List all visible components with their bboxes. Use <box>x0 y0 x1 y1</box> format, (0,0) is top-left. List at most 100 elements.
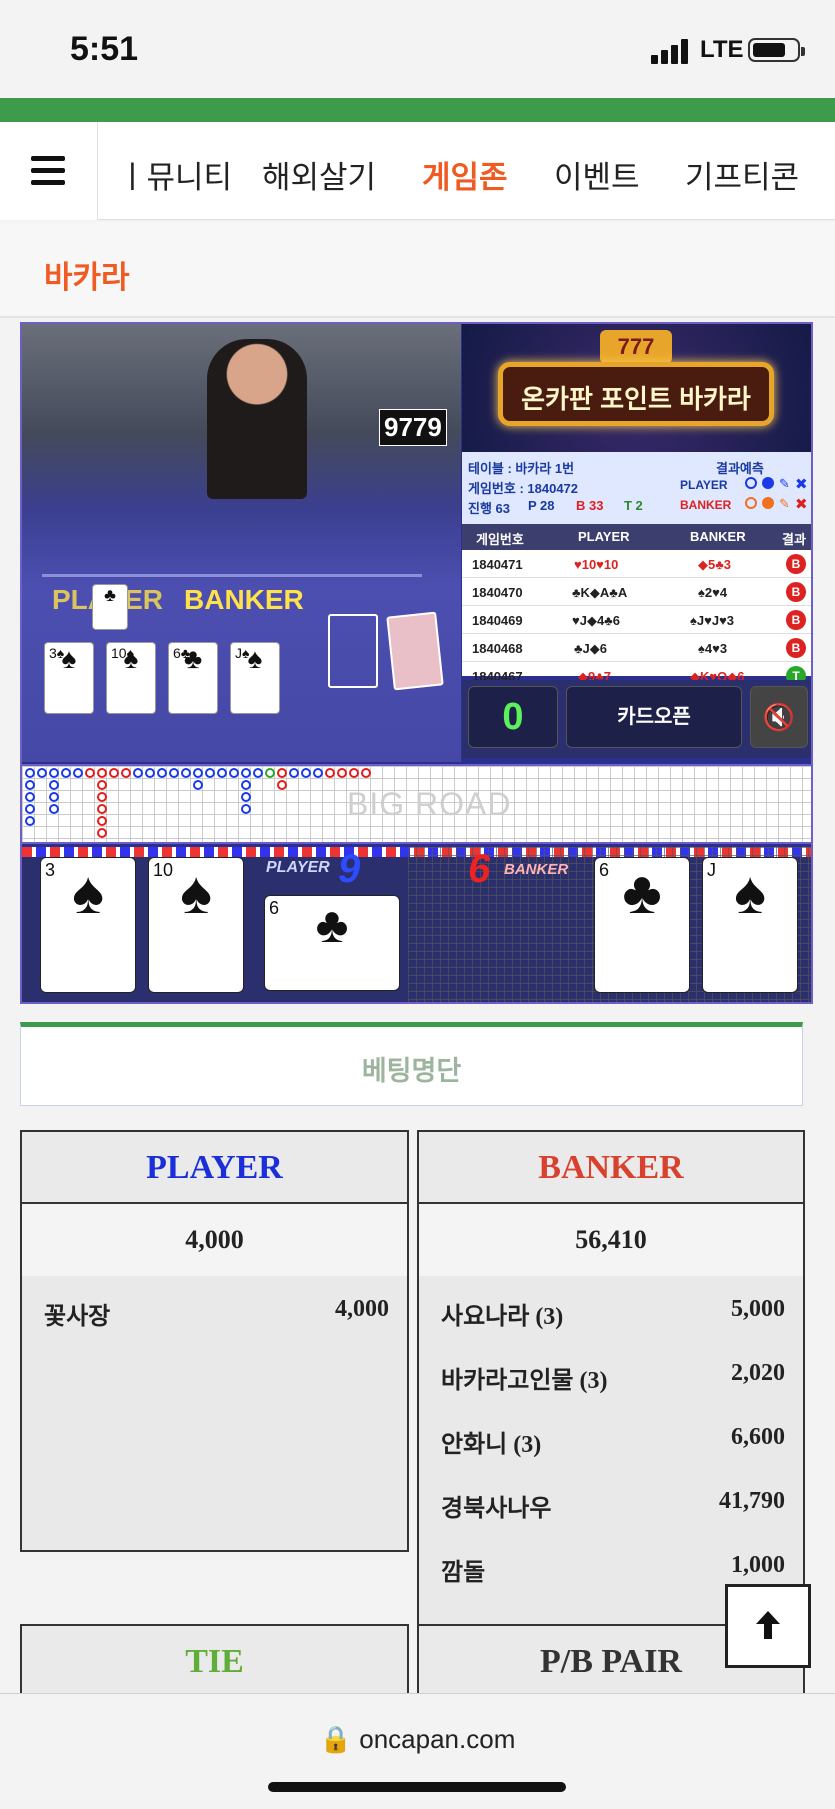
nav-item-event[interactable]: 이벤트 <box>554 152 640 197</box>
history-table: 게임번호 PLAYER BANKER 결과 1840471 ♥10♥10 ◆5♣… <box>462 524 811 686</box>
browser-url-bar: 🔒 oncapan.com <box>0 1693 835 1809</box>
prediction-label: 결과예측 <box>716 461 764 476</box>
nav-item-gamezone[interactable]: 게임존 <box>422 152 508 197</box>
banker-bets-panel: BANKER 56,410 사요나라 (3) 5,000 바카라고인물 (3) … <box>417 1130 805 1626</box>
row-player: ♣J◆6 <box>574 641 607 656</box>
road-marker <box>25 792 35 802</box>
road-marker <box>193 780 203 790</box>
game-banner: 777 온카판 포인트 바카라 <box>462 324 811 452</box>
video-card: ♣ <box>92 584 128 630</box>
table-banker-text: BANKER <box>184 584 304 615</box>
header-result: 결과 <box>782 532 806 547</box>
banner-sign: 온카판 포인트 바카라 <box>498 362 774 426</box>
row-game-no: 1840471 <box>472 557 523 572</box>
page-header: 바카라 <box>0 222 835 318</box>
player-card-2: 10 ♠ <box>148 857 244 993</box>
table-label: 테이블 : 바카라 1번 <box>468 461 575 476</box>
road-marker <box>229 768 239 778</box>
banker-card-2: J ♠ <box>702 857 798 993</box>
road-marker <box>241 792 251 802</box>
player-cancel-icon[interactable]: ✖ <box>795 475 808 493</box>
history-row: 1840471 ♥10♥10 ◆5♣3 B <box>462 550 811 578</box>
player-total: 4,000 <box>22 1204 407 1276</box>
network-label: LTE <box>700 36 744 63</box>
player-edit-icon[interactable]: ✎ <box>779 476 790 492</box>
road-marker <box>37 768 47 778</box>
banker-count: B 33 <box>576 498 604 513</box>
arrow-up-icon <box>756 1611 780 1639</box>
history-row: 1840468 ♣J◆6 ♠4♥3 B <box>462 634 811 662</box>
scroll-top-button[interactable] <box>725 1584 811 1668</box>
road-marker <box>97 780 107 790</box>
slot-icon: 777 <box>600 330 672 364</box>
road-marker <box>217 768 227 778</box>
nav-item-gifticon[interactable]: 기프티콘 <box>685 152 799 197</box>
url-display[interactable]: 🔒 oncapan.com <box>0 1724 835 1755</box>
menu-icon[interactable] <box>0 122 98 220</box>
reveal-banker-score: 6 <box>468 847 491 891</box>
player-bet-list: 꽃사장 4,000 <box>22 1276 407 1550</box>
card-open-button[interactable]: 카드오픈 <box>566 686 742 748</box>
video-player-card: 6♣ ♣ <box>168 642 218 714</box>
road-marker <box>313 768 323 778</box>
mute-icon[interactable]: 🔇 <box>750 686 808 748</box>
nav-item-overseas[interactable]: 해외살기 <box>262 152 376 197</box>
video-player-card: 10♠ ♠ <box>106 642 156 714</box>
card-reveal: 3 ♠ 10 ♠ 6 ♣ PLAYER 9 6 BANKER 6 ♣ J ♠ <box>22 847 811 1002</box>
header-player: PLAYER <box>578 529 630 544</box>
player-card-3: 6 ♣ <box>264 895 400 991</box>
player-bets-panel: PLAYER 4,000 꽃사장 4,000 <box>20 1130 409 1552</box>
player-count: P 28 <box>528 498 555 513</box>
road-marker <box>349 768 359 778</box>
big-road-board: BIG ROAD <box>22 764 811 844</box>
road-marker <box>193 768 203 778</box>
road-marker <box>97 768 107 778</box>
road-marker <box>49 780 59 790</box>
road-marker <box>97 792 107 802</box>
road-marker <box>157 768 167 778</box>
predict-banker-label: BANKER <box>680 498 732 512</box>
game-controls: 0 카드오픈 🔇 <box>462 680 811 758</box>
signal-icon <box>651 38 695 64</box>
road-marker <box>61 768 71 778</box>
banker-dot-icon[interactable] <box>762 497 774 509</box>
player-panel-title: PLAYER <box>22 1132 407 1204</box>
player-dot-icon[interactable] <box>762 477 774 489</box>
bet-amount: 4,000 <box>335 1296 389 1322</box>
banker-total: 56,410 <box>419 1204 803 1276</box>
road-marker <box>265 768 275 778</box>
bet-amount: 6,600 <box>731 1424 785 1450</box>
bet-list-header: 베팅명단 <box>20 1022 803 1106</box>
road-marker <box>97 804 107 814</box>
home-indicator[interactable] <box>268 1782 566 1792</box>
road-marker <box>241 780 251 790</box>
road-marker <box>289 768 299 778</box>
banker-cancel-icon[interactable]: ✖ <box>795 495 808 513</box>
bettor-name: 꽃사장 <box>44 1304 111 1330</box>
row-player: ♣K◆A♣A <box>572 585 628 600</box>
road-marker <box>97 816 107 826</box>
road-marker <box>337 768 347 778</box>
status-time: 5:51 <box>70 30 139 68</box>
history-header: 게임번호 PLAYER BANKER 결과 <box>462 524 811 550</box>
road-marker <box>277 780 287 790</box>
baccarat-game-panel: 9779 PLAYER BANKER 3♠♠ 10♠♠ 6♣♣ J♠♠ ♣ 77… <box>20 322 813 1004</box>
reveal-player-score: 9 <box>338 847 361 891</box>
header-banker: BANKER <box>690 529 746 544</box>
banner-title: 온카판 포인트 바카라 <box>521 384 751 414</box>
row-game-no: 1840469 <box>472 613 523 628</box>
road-marker <box>145 768 155 778</box>
reveal-player-label: PLAYER <box>266 859 330 876</box>
nav-item-community[interactable]: ㅣ뮤니티 <box>118 152 232 197</box>
road-marker <box>121 768 131 778</box>
road-marker <box>301 768 311 778</box>
table-info: 테이블 : 바카라 1번 게임번호 : 1840472 진행 63 P 28 B… <box>462 452 811 524</box>
dealer-figure <box>207 339 307 499</box>
road-marker <box>25 816 35 826</box>
banker-edit-icon[interactable]: ✎ <box>779 496 790 512</box>
banker-circle-icon[interactable] <box>745 497 757 509</box>
road-marker <box>361 768 371 778</box>
row-player: ♥10♥10 <box>574 557 619 572</box>
road-marker <box>241 804 251 814</box>
player-circle-icon[interactable] <box>745 477 757 489</box>
